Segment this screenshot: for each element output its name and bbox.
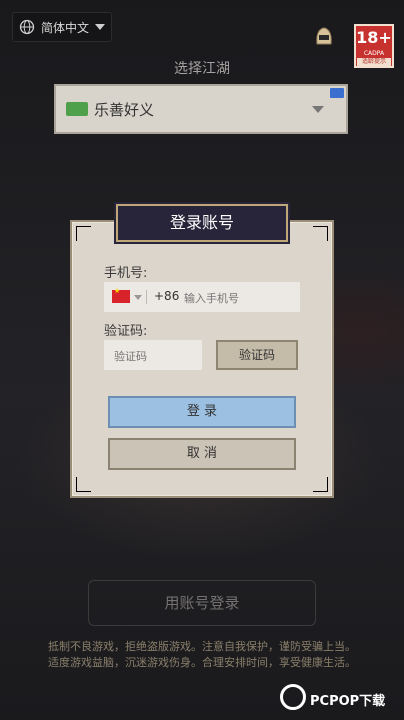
country-code: +86 bbox=[154, 289, 180, 303]
phone-label: 手机号: bbox=[104, 266, 148, 281]
server-select-title: 选择江湖 bbox=[174, 61, 230, 77]
server-tag-icon bbox=[330, 88, 344, 98]
corner-ornament bbox=[76, 226, 91, 241]
china-flag-icon[interactable] bbox=[112, 287, 130, 303]
cancel-button[interactable]: 取 消 bbox=[108, 438, 296, 470]
account-login-button[interactable]: 用账号登录 bbox=[88, 580, 316, 626]
globe-icon bbox=[19, 19, 35, 35]
divider bbox=[146, 290, 147, 304]
phone-field: +86 bbox=[104, 282, 300, 312]
server-status-icon bbox=[66, 102, 88, 116]
code-input[interactable] bbox=[112, 346, 200, 366]
watermark: PCPOP下载 bbox=[280, 684, 404, 716]
code-label: 验证码: bbox=[104, 324, 148, 339]
chevron-down-icon bbox=[312, 106, 324, 113]
age-org: CADPA bbox=[363, 50, 385, 57]
watermark-logo-icon bbox=[280, 684, 306, 710]
server-name: 乐善好义 bbox=[94, 101, 155, 119]
health-notice-line1: 抵制不良游戏，拒绝盗版游戏。注意自我保护，谨防受骗上当。 bbox=[48, 640, 356, 653]
phone-input[interactable] bbox=[182, 288, 296, 308]
server-selector[interactable]: 乐善好义 bbox=[54, 84, 348, 134]
language-selector[interactable]: 简体中文 bbox=[12, 12, 112, 42]
watermark-text: PCPOP下载 bbox=[310, 694, 386, 709]
announcement-icon[interactable] bbox=[310, 22, 338, 50]
code-field bbox=[104, 340, 202, 370]
corner-ornament bbox=[76, 477, 91, 492]
login-button[interactable]: 登 录 bbox=[108, 396, 296, 428]
country-dropdown-icon[interactable] bbox=[134, 295, 142, 300]
corner-ornament bbox=[313, 477, 328, 492]
health-notice-line2: 适度游戏益脑，沉迷游戏伤身。合理安排时间，享受健康生活。 bbox=[48, 656, 356, 669]
language-label: 简体中文 bbox=[41, 20, 90, 35]
age-number: 18+ bbox=[356, 28, 392, 47]
get-code-button[interactable]: 验证码 bbox=[216, 340, 298, 370]
dialog-title: 登录账号 bbox=[116, 204, 288, 242]
corner-ornament bbox=[313, 226, 328, 241]
chevron-down-icon bbox=[95, 24, 106, 30]
